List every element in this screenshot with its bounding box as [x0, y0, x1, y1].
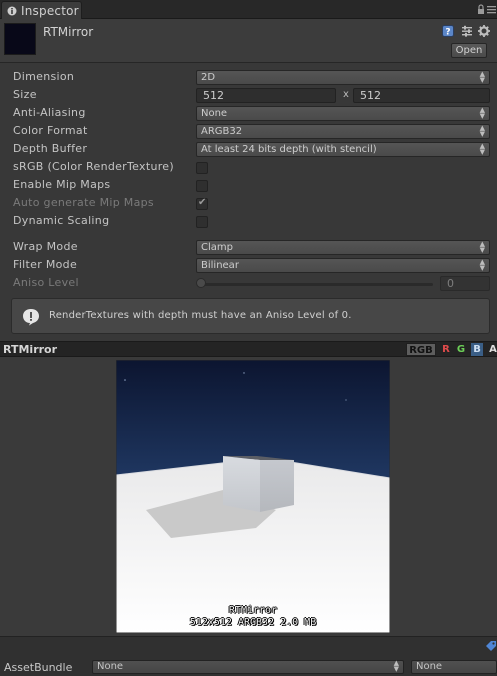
tab-label: Inspector: [21, 4, 79, 18]
asset-bundle-variant-value: None: [416, 661, 443, 672]
dimension-row: Dimension 2D ▲ ▼: [0, 69, 497, 87]
aniso-level-row: Aniso Level 0: [0, 275, 497, 293]
svg-text:?: ?: [445, 28, 450, 38]
srgb-checkbox[interactable]: [196, 162, 208, 174]
size-height-field[interactable]: 512: [353, 88, 490, 103]
scene-image: [116, 360, 390, 633]
help-message: RenderTextures with depth must have an A…: [49, 310, 352, 321]
srgb-label: sRGB (Color RenderTexture): [13, 160, 174, 173]
aniso-level-value: 0: [447, 277, 454, 290]
tab-bar: Inspector: [0, 0, 497, 19]
asset-bundle-bar: AssetBundle None ▲ ▼ None: [0, 636, 497, 676]
gear-icon[interactable]: [478, 25, 490, 37]
color-format-dropdown[interactable]: ARGB32 ▲ ▼: [196, 124, 490, 139]
enable-mip-maps-label: Enable Mip Maps: [13, 178, 111, 191]
open-button[interactable]: Open: [451, 43, 487, 58]
filter-mode-value: Bilinear: [201, 260, 239, 271]
anti-aliasing-label: Anti-Aliasing: [13, 106, 86, 119]
auto-generate-mip-maps-checkbox: [196, 197, 208, 210]
dropdown-arrow-icon: ▲ ▼: [479, 124, 485, 138]
depth-buffer-dropdown[interactable]: At least 24 bits depth (with stencil) ▲ ▼: [196, 142, 490, 157]
channel-a-button[interactable]: A: [487, 343, 497, 356]
asset-bundle-name-dropdown[interactable]: None ▲ ▼: [92, 660, 404, 674]
asset-thumbnail: [4, 23, 36, 55]
dimension-dropdown[interactable]: 2D ▲ ▼: [196, 70, 490, 85]
lock-icon[interactable]: [477, 4, 485, 15]
help-box: RenderTextures with depth must have an A…: [11, 298, 490, 334]
dropdown-arrow-icon: ▲ ▼: [479, 70, 485, 84]
filter-mode-dropdown[interactable]: Bilinear ▲ ▼: [196, 258, 490, 273]
asset-header: RTMirror ? Open: [0, 19, 497, 63]
inspector-icon: [7, 6, 17, 16]
size-row: Size 512 x 512: [0, 87, 497, 105]
dimension-value: 2D: [201, 72, 216, 83]
srgb-row: sRGB (Color RenderTexture): [0, 159, 497, 177]
size-label: Size: [13, 88, 37, 101]
dropdown-arrow-icon: ▲ ▼: [479, 106, 485, 120]
color-format-label: Color Format: [13, 124, 88, 137]
enable-mip-maps-row: Enable Mip Maps: [0, 177, 497, 195]
asset-bundle-variant-dropdown[interactable]: None: [411, 660, 497, 674]
preview-header[interactable]: RTMirror RGB R G B A: [0, 341, 497, 357]
size-width-field[interactable]: 512: [196, 88, 336, 103]
channel-r-button[interactable]: R: [440, 343, 452, 356]
wrap-mode-row: Wrap Mode Clamp ▲ ▼: [0, 239, 497, 257]
anti-aliasing-dropdown[interactable]: None ▲ ▼: [196, 106, 490, 121]
wrap-mode-value: Clamp: [201, 242, 233, 253]
dropdown-arrow-icon: ▲ ▼: [393, 659, 399, 673]
dropdown-arrow-icon: ▲ ▼: [479, 240, 485, 254]
auto-generate-mip-maps-label: Auto generate Mip Maps: [13, 196, 154, 209]
asset-name: RTMirror: [43, 25, 94, 39]
color-format-value: ARGB32: [201, 126, 243, 137]
auto-generate-mip-maps-row: Auto generate Mip Maps: [0, 195, 497, 213]
preview-title: RTMirror: [3, 343, 58, 356]
size-height-value: 512: [360, 89, 381, 102]
enable-mip-maps-checkbox[interactable]: [196, 180, 208, 192]
help-icon[interactable]: ?: [442, 25, 454, 37]
properties-panel: Dimension 2D ▲ ▼ Size 512 x 512 Anti-Alia…: [0, 64, 497, 344]
depth-buffer-row: Depth Buffer At least 24 bits depth (wit…: [0, 141, 497, 159]
asset-bundle-label: AssetBundle: [4, 661, 73, 674]
size-separator: x: [343, 89, 349, 100]
filter-mode-row: Filter Mode Bilinear ▲ ▼: [0, 257, 497, 275]
depth-buffer-label: Depth Buffer: [13, 142, 88, 155]
aniso-level-field: 0: [440, 276, 490, 291]
channel-b-button[interactable]: B: [471, 343, 483, 356]
aniso-level-slider-thumb: [196, 278, 206, 288]
channel-g-button[interactable]: G: [455, 343, 467, 356]
anti-aliasing-row: Anti-Aliasing None ▲ ▼: [0, 105, 497, 123]
tab-inspector[interactable]: Inspector: [1, 1, 82, 19]
dimension-label: Dimension: [13, 70, 75, 83]
preview-overlay-info: 512x512 ARGB32 2.0 MB: [189, 617, 317, 628]
aniso-level-label: Aniso Level: [13, 276, 79, 289]
wrap-mode-label: Wrap Mode: [13, 240, 78, 253]
color-format-row: Color Format ARGB32 ▲ ▼: [0, 123, 497, 141]
render-texture-preview: RTMirror 512x512 ARGB32 2.0 MB: [116, 360, 390, 633]
preset-icon[interactable]: [461, 25, 473, 37]
preview-area: RTMirror 512x512 ARGB32 2.0 MB: [0, 357, 497, 636]
aniso-level-slider-track: [201, 283, 433, 286]
asset-bundle-name-value: None: [97, 661, 124, 672]
info-icon: [23, 309, 39, 326]
preview-overlay-name: RTMirror: [228, 605, 278, 616]
dropdown-arrow-icon: ▲ ▼: [479, 142, 485, 156]
tag-icon[interactable]: [485, 640, 497, 652]
menu-icon[interactable]: [487, 6, 496, 14]
dynamic-scaling-label: Dynamic Scaling: [13, 214, 110, 227]
channel-rgb-button[interactable]: RGB: [406, 343, 436, 356]
filter-mode-label: Filter Mode: [13, 258, 78, 271]
wrap-mode-dropdown[interactable]: Clamp ▲ ▼: [196, 240, 490, 255]
dynamic-scaling-row: Dynamic Scaling: [0, 213, 497, 231]
size-width-value: 512: [203, 89, 224, 102]
depth-buffer-value: At least 24 bits depth (with stencil): [201, 144, 377, 155]
dynamic-scaling-checkbox[interactable]: [196, 216, 208, 228]
dropdown-arrow-icon: ▲ ▼: [479, 258, 485, 272]
anti-aliasing-value: None: [201, 108, 228, 119]
